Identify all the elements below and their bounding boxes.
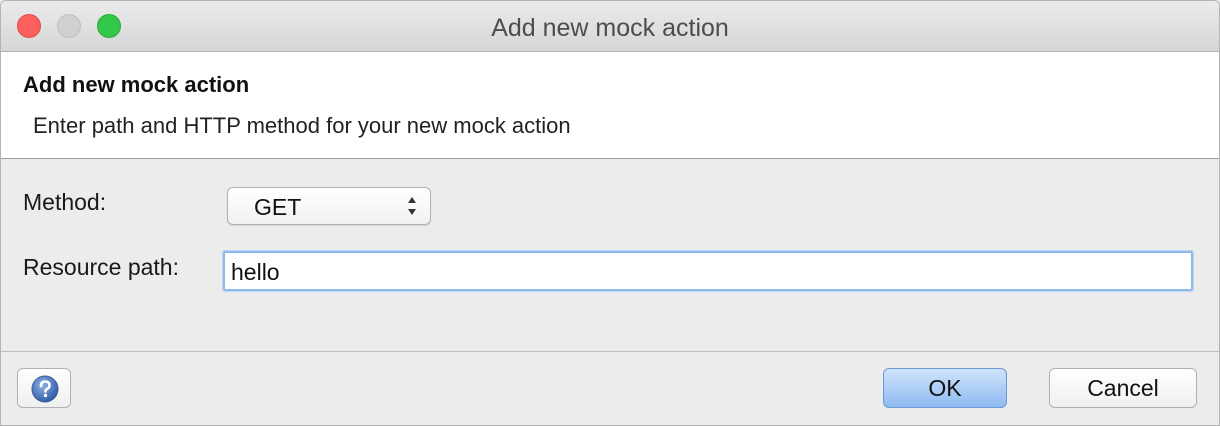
header-title: Add new mock action: [23, 72, 250, 97]
up-down-arrows-icon: [408, 197, 416, 215]
resource-path-input[interactable]: hello: [222, 250, 1194, 292]
resource-path-value: hello: [231, 259, 280, 285]
ok-button[interactable]: OK: [883, 368, 1007, 408]
dialog-footer: OK Cancel: [1, 351, 1219, 425]
method-label: Method:: [23, 189, 107, 215]
help-question-icon: [31, 375, 59, 403]
dialog-header: Add new mock action Enter path and HTTP …: [1, 52, 1219, 159]
title-bar[interactable]: Add new mock action: [1, 1, 1219, 52]
method-select[interactable]: GET: [227, 187, 431, 225]
header-description: Enter path and HTTP method for your new …: [33, 113, 571, 138]
window-title: Add new mock action: [491, 14, 729, 42]
resource-path-label: Resource path:: [23, 254, 179, 280]
help-button[interactable]: [17, 368, 71, 408]
method-select-value: GET: [254, 194, 302, 220]
dialog-window: Add new mock action Add new mock action …: [0, 0, 1220, 426]
cancel-button[interactable]: Cancel: [1049, 368, 1197, 408]
